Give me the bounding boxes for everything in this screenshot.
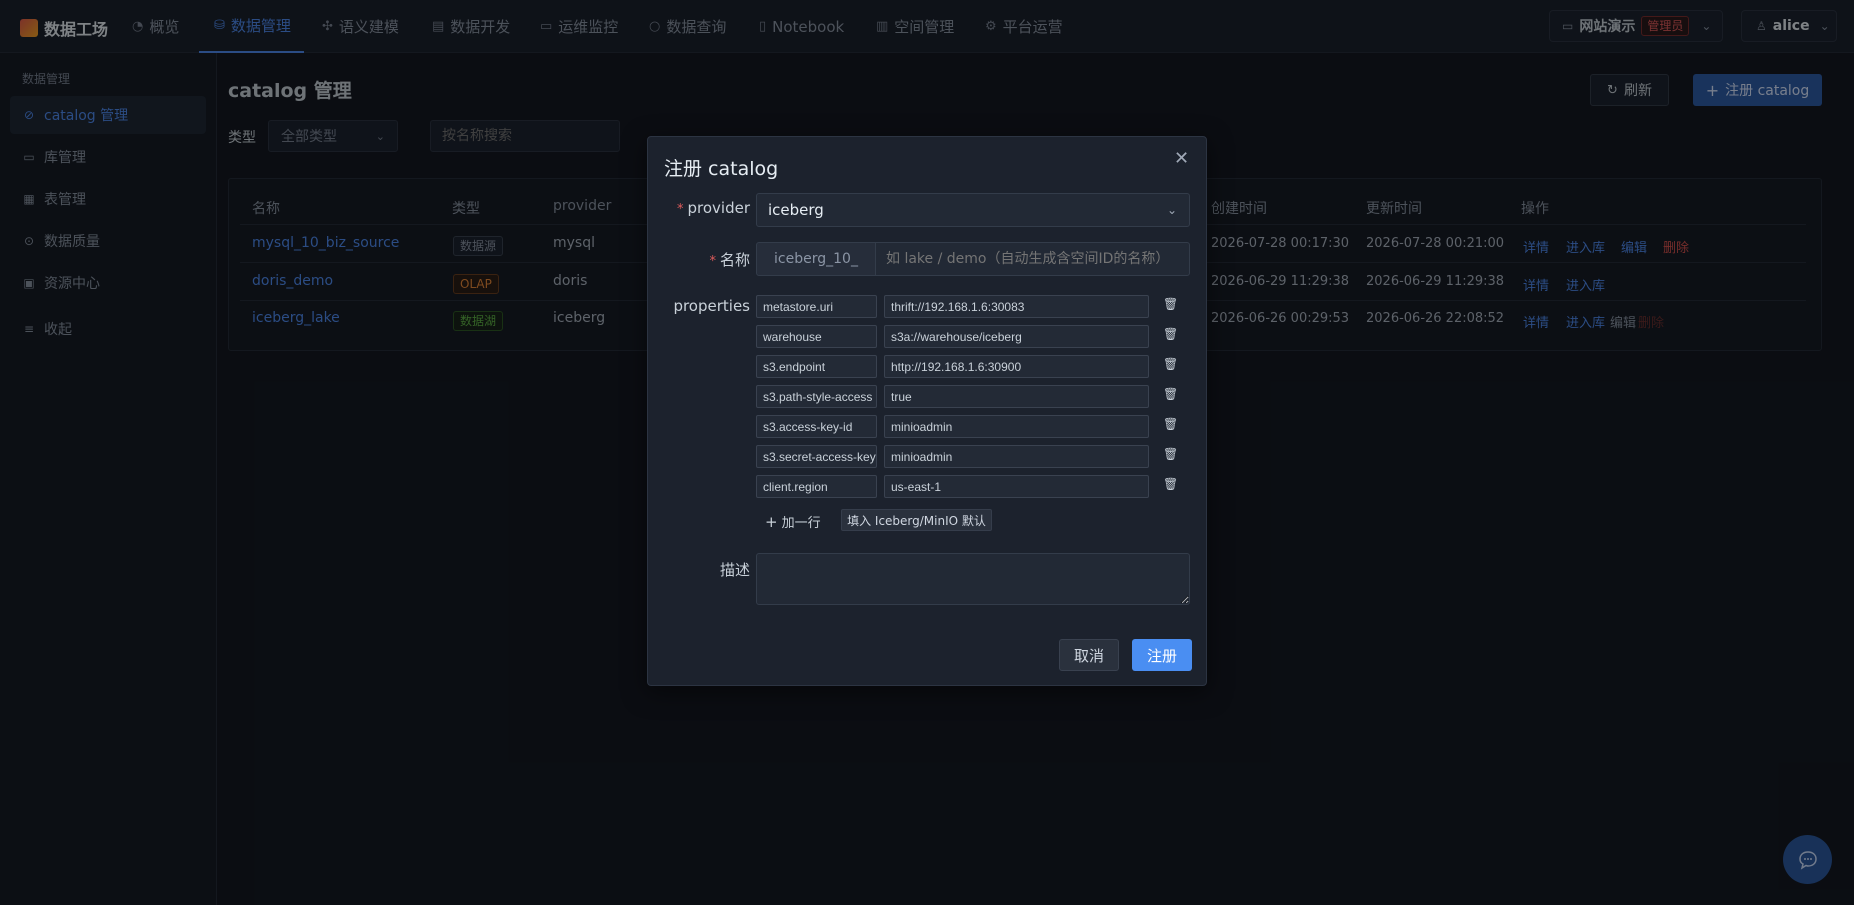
provider-value: iceberg [768,201,824,219]
provider-select[interactable]: iceberg ⌄ [756,193,1190,227]
property-key-input[interactable] [756,325,877,348]
add-row-label: 加一行 [781,516,821,531]
trash-icon[interactable]: 🗑 [1163,387,1178,401]
name-input[interactable] [875,242,1190,276]
property-key-input[interactable] [756,475,877,498]
trash-icon[interactable]: 🗑 [1163,477,1178,491]
provider-label: * provider [670,199,750,217]
required-mark: * [709,254,716,269]
property-value-input[interactable] [884,415,1149,438]
property-key-input[interactable] [756,355,877,378]
property-value-input[interactable] [884,475,1149,498]
property-key-input[interactable] [756,415,877,438]
properties-label: properties [673,297,750,315]
provider-label-text: provider [687,199,751,217]
submit-register-button[interactable]: 注册 [1132,639,1192,671]
description-textarea[interactable] [756,553,1190,605]
fill-defaults-button[interactable]: 填入 Iceberg/MinIO 默认 [841,509,992,531]
required-mark: * [677,202,684,217]
property-value-input[interactable] [884,385,1149,408]
property-value-input[interactable] [884,325,1149,348]
property-key-input[interactable] [756,385,877,408]
chevron-down-icon: ⌄ [1166,203,1177,217]
add-row-button[interactable]: + 加一行 [765,512,821,532]
cancel-button[interactable]: 取消 [1059,639,1119,671]
name-label: * 名称 [670,249,750,270]
description-label: 描述 [719,561,750,579]
dialog-title: 注册 catalog [664,158,779,180]
name-label-text: 名称 [719,251,750,269]
trash-icon[interactable]: 🗑 [1163,297,1178,311]
close-icon[interactable]: ✕ [1174,148,1189,169]
register-catalog-dialog: 注册 catalog ✕ * provider iceberg ⌄ * 名称 ice… [647,136,1207,686]
property-value-input[interactable] [884,445,1149,468]
trash-icon[interactable]: 🗑 [1163,327,1178,341]
plus-icon: + [765,512,778,531]
property-key-input[interactable] [756,445,877,468]
property-value-input[interactable] [884,295,1149,318]
name-prefix: iceberg_10_ [756,242,876,276]
property-value-input[interactable] [884,355,1149,378]
trash-icon[interactable]: 🗑 [1163,447,1178,461]
property-key-input[interactable] [756,295,877,318]
trash-icon[interactable]: 🗑 [1163,357,1178,371]
trash-icon[interactable]: 🗑 [1163,417,1178,431]
